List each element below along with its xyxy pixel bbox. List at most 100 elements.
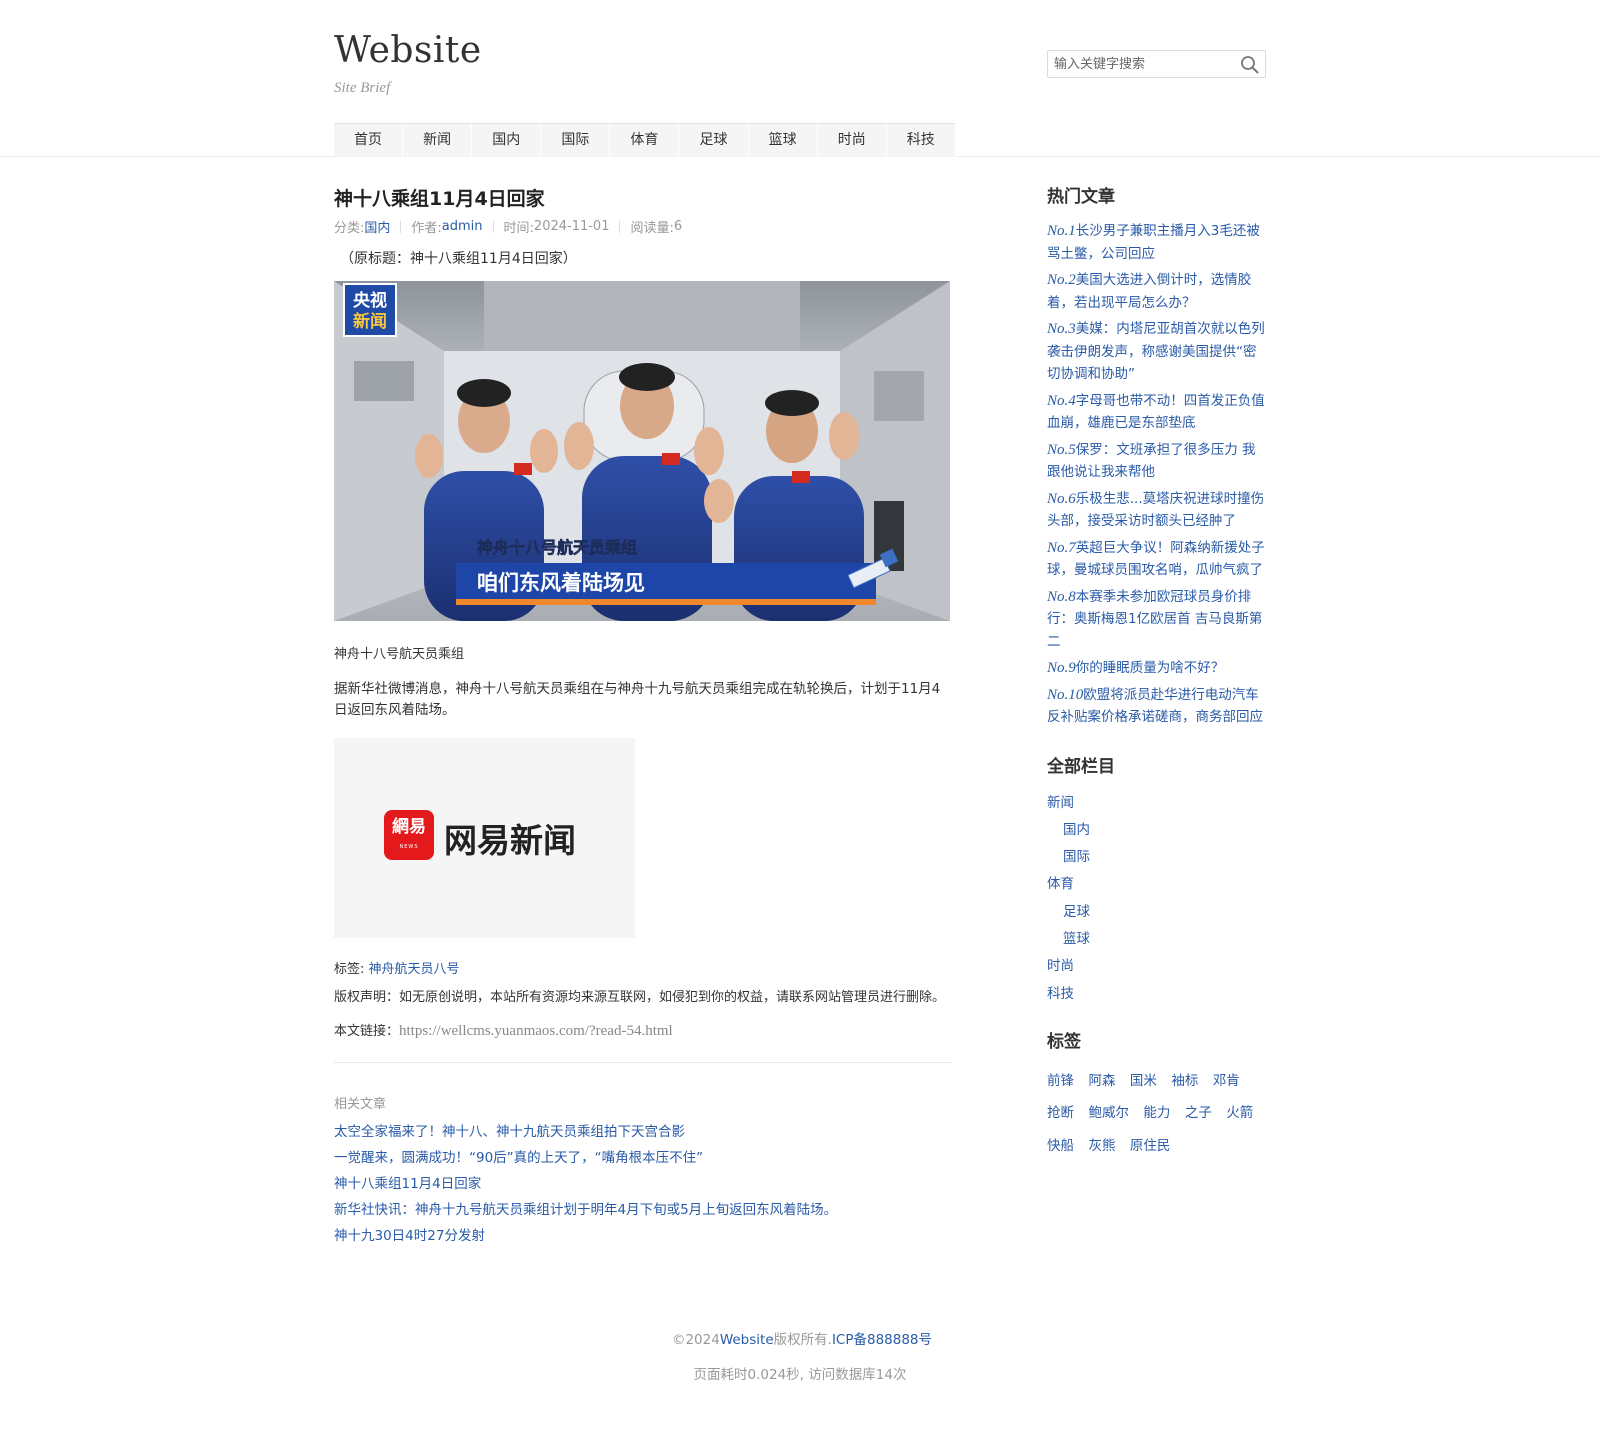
tag-item[interactable]: 抢断 [1047, 1097, 1074, 1130]
hot-article-rank: No.9 [1047, 660, 1076, 676]
related-item[interactable]: 神十八乘组11月4日回家 [334, 1171, 952, 1197]
photo-banner-main: 咱们东风着陆场见 [477, 571, 645, 595]
tag-link[interactable]: 神舟航天员八号 [369, 962, 460, 977]
tag-item[interactable]: 快船 [1047, 1130, 1074, 1163]
hot-articles-list: No.1长沙男子兼职主播月入3毛还被骂土鳖，公司回应 No.2美国大选进入倒计时… [1047, 220, 1269, 729]
category-item-basketball[interactable]: 篮球 [1047, 926, 1269, 953]
tag-cloud: 前锋 阿森 国米 袖标 邓肯 抢断 鲍威尔 能力 之子 火箭 快船 灰熊 原住民 [1047, 1065, 1269, 1163]
hot-article-rank: No.7 [1047, 539, 1076, 556]
tag-item[interactable]: 灰熊 [1088, 1130, 1115, 1163]
hot-article-text: 字母哥也带不动！四首发正负值血崩，雄鹿已是东部垫底 [1047, 392, 1265, 432]
article-main: 神十八乘组11月4日回家 分类: 国内 作者: admin 时间: 2024-1… [334, 185, 952, 1249]
hot-article-text: 美国大选进入倒计时，选情胶着，若出现平局怎么办？ [1047, 272, 1252, 311]
tag-item[interactable]: 鲍威尔 [1088, 1097, 1129, 1130]
views-value: 6 [673, 219, 683, 234]
divider [334, 1062, 952, 1063]
category-item-tech[interactable]: 科技 [1047, 981, 1269, 1008]
category-item-international[interactable]: 国际 [1047, 844, 1269, 871]
category-label: 分类: [334, 221, 365, 236]
site-footer: ©2024Website版权所有.ICP备888888号 页面耗时0.024秒,… [0, 1330, 1600, 1385]
footer-site-link[interactable]: Website [720, 1332, 774, 1348]
photo-logo-line1: 央视 [353, 290, 387, 311]
hot-article-item[interactable]: No.3美媒：内塔尼亚胡首次就以色列袭击伊朗发声，称感谢美国提供“密切协调和协助… [1047, 318, 1269, 386]
hot-article-item[interactable]: No.1长沙男子兼职主播月入3毛还被骂土鳖，公司回应 [1047, 220, 1269, 265]
author-link[interactable]: admin [442, 219, 483, 234]
hot-article-text: 保罗：文班承担了很多压力 我跟他说让我来帮他 [1047, 441, 1256, 481]
category-item-sports[interactable]: 体育 [1047, 871, 1269, 898]
original-title: （原标题：神十八乘组11月4日回家） [340, 251, 577, 267]
hot-article-rank: No.4 [1047, 392, 1076, 409]
tag-item[interactable]: 之子 [1185, 1097, 1212, 1130]
hot-article-text: 长沙男子兼职主播月入3毛还被骂土鳖，公司回应 [1047, 223, 1260, 262]
nav-item-fashion[interactable]: 时尚 [818, 124, 887, 157]
nav-item-home[interactable]: 首页 [334, 124, 404, 157]
footer-copyright-mid: 版权所有. [773, 1332, 832, 1348]
tag-item[interactable]: 国米 [1130, 1065, 1157, 1098]
categories-title: 全部栏目 [1047, 756, 1115, 777]
hot-article-text: 你的睡眠质量为啥不好？ [1075, 660, 1225, 676]
nav-item-football[interactable]: 足球 [679, 124, 749, 157]
article-body: 据新华社微博消息，神舟十八号航天员乘组在与神舟十九号航天员乘组完成在轨轮换后，计… [334, 681, 941, 718]
netease-logo-icon: 網易 NEWS [384, 810, 434, 860]
netease-name: 网易新闻 [444, 821, 576, 860]
hot-article-item[interactable]: No.6乐极生悲...莫塔庆祝进球时撞伤头部，接受采访时额头已经肿了 [1047, 488, 1269, 533]
tags-label: 标签: [334, 962, 365, 977]
nav-item-basketball[interactable]: 篮球 [749, 124, 818, 157]
permalink-label: 本文链接： [334, 1024, 400, 1039]
author-label: 作者: [411, 221, 442, 236]
nav-item-news[interactable]: 新闻 [403, 124, 473, 157]
hot-article-text: 英超巨大争议！阿森纳新援处子球，曼城球员围攻名哨，瓜帅气疯了 [1047, 539, 1265, 579]
hot-article-item[interactable]: No.7英超巨大争议！阿森纳新援处子球，曼城球员围攻名哨，瓜帅气疯了 [1047, 537, 1269, 582]
category-item-football[interactable]: 足球 [1047, 899, 1269, 926]
search-input[interactable] [1048, 51, 1228, 77]
tag-item[interactable]: 原住民 [1130, 1130, 1171, 1163]
related-item[interactable]: 太空全家福来了！神十八、神十九航天员乘组拍下天宫合影 [334, 1119, 952, 1145]
category-link[interactable]: 国内 [364, 217, 390, 236]
hot-article-rank: No.6 [1047, 490, 1076, 507]
tag-item[interactable]: 能力 [1143, 1097, 1170, 1130]
nav-item-tech[interactable]: 科技 [887, 124, 956, 157]
search-box [1047, 50, 1266, 78]
hot-article-item[interactable]: No.5保罗：文班承担了很多压力 我跟他说让我来帮他 [1047, 439, 1269, 484]
netease-icon-sub: NEWS [399, 844, 419, 850]
hot-article-rank: No.8 [1047, 588, 1076, 605]
tag-item[interactable]: 阿森 [1088, 1065, 1115, 1098]
search-icon[interactable] [1239, 54, 1261, 76]
hot-article-item[interactable]: No.10欧盟将派员赴华进行电动汽车反补贴案价格承诺磋商，商务部回应 [1047, 684, 1269, 729]
related-item[interactable]: 神十九30日4时27分发射 [334, 1223, 952, 1249]
hot-article-rank: No.10 [1047, 686, 1084, 703]
permalink: 本文链接：https://wellcms.yuanmaos.com/?read-… [334, 1020, 952, 1040]
time-value: 2024-11-01 [533, 219, 610, 234]
netease-icon-text: 網易 [392, 817, 426, 837]
permalink-url[interactable]: https://wellcms.yuanmaos.com/?read-54.ht… [399, 1023, 673, 1039]
hot-article-item[interactable]: No.8本赛季未参加欧冠球员身价排行：奥斯梅恩1亿欧居首 吉马良斯第二 [1047, 586, 1269, 654]
tag-item[interactable]: 袖标 [1171, 1065, 1198, 1098]
hot-article-item[interactable]: No.4字母哥也带不动！四首发正负值血崩，雄鹿已是东部垫底 [1047, 390, 1269, 435]
nav-item-international[interactable]: 国际 [541, 124, 611, 157]
category-item-fashion[interactable]: 时尚 [1047, 953, 1269, 980]
tag-item[interactable]: 前锋 [1047, 1065, 1074, 1098]
hot-article-rank: No.3 [1047, 321, 1076, 337]
article-tags: 标签: 神舟航天员八号 [334, 958, 952, 977]
time-label: 时间: [503, 221, 534, 236]
meta-divider [492, 220, 494, 233]
nav-item-domestic[interactable]: 国内 [472, 124, 542, 157]
related-item[interactable]: 新华社快讯：神舟十九号航天员乘组计划于明年4月下旬或5月上旬返回东风着陆场。 [334, 1197, 952, 1223]
hot-article-text: 乐极生悲...莫塔庆祝进球时撞伤头部，接受采访时额头已经肿了 [1047, 490, 1265, 530]
nav-item-sports[interactable]: 体育 [610, 124, 680, 157]
article-title: 神十八乘组11月4日回家 [334, 188, 545, 210]
category-item-news[interactable]: 新闻 [1047, 790, 1269, 817]
hot-article-rank: No.1 [1047, 223, 1076, 239]
tag-item[interactable]: 邓肯 [1213, 1065, 1240, 1098]
related-item[interactable]: 一觉醒来，圆满成功！“90后”真的上天了，“嘴角根本压不住” [334, 1145, 952, 1171]
tag-item[interactable]: 火箭 [1226, 1097, 1253, 1130]
category-item-domestic[interactable]: 国内 [1047, 817, 1269, 844]
site-logo[interactable]: Website [334, 30, 482, 71]
site-brief: Site Brief [334, 80, 391, 96]
footer-copyright-pre: ©2024 [671, 1332, 720, 1348]
hot-article-rank: No.2 [1047, 272, 1076, 288]
hot-article-item[interactable]: No.9你的睡眠质量为啥不好？ [1047, 657, 1269, 680]
hot-article-item[interactable]: No.2美国大选进入倒计时，选情胶着，若出现平局怎么办？ [1047, 269, 1269, 314]
astronauts-illustration: 央视 新闻 神舟十八号航天员乘组 咱们东风着陆场见 [334, 281, 950, 621]
footer-icp-link[interactable]: ICP备888888号 [832, 1332, 932, 1348]
